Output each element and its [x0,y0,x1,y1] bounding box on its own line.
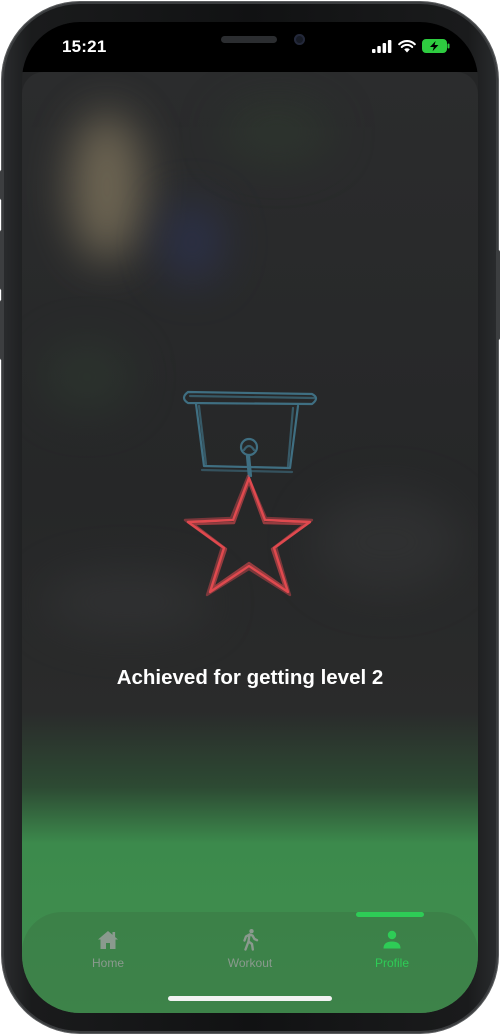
tab-home-label: Home [91,956,124,970]
tab-workout[interactable]: Workout [190,928,310,978]
mute-switch [0,170,4,200]
status-time: 15:21 [62,37,107,56]
blurred-background-shape [70,112,144,262]
signal-bars-icon [372,39,392,53]
power-button [496,250,500,340]
front-camera [294,34,305,45]
blurred-background-shape [162,202,222,282]
tab-profile[interactable]: Profile [332,928,452,978]
volume-down-button [0,300,4,360]
tab-profile-label: Profile [374,956,409,970]
wifi-icon [398,39,416,52]
tab-home[interactable]: Home [48,928,168,978]
house-icon [98,931,118,949]
speaker [221,36,277,43]
volume-up-button [0,230,4,290]
achievement-caption: Achieved for getting level 2 [116,666,384,689]
screen: 15:21 Achieved for getting level 2 Home … [22,22,478,1013]
blurred-background-shape [312,492,462,592]
battery-charging-icon [422,39,450,53]
status-icons [372,39,450,53]
tab-workout-label: Workout [227,956,273,970]
person-icon [383,930,401,949]
blurred-background-shape [222,102,332,162]
achievement-sheet: Achieved for getting level 2 [22,72,478,1013]
home-indicator[interactable] [168,996,332,1001]
active-tab-indicator [356,912,424,917]
star-medal-icon [182,390,318,597]
walking-person-icon [243,929,259,951]
blurred-background-shape [42,342,132,412]
